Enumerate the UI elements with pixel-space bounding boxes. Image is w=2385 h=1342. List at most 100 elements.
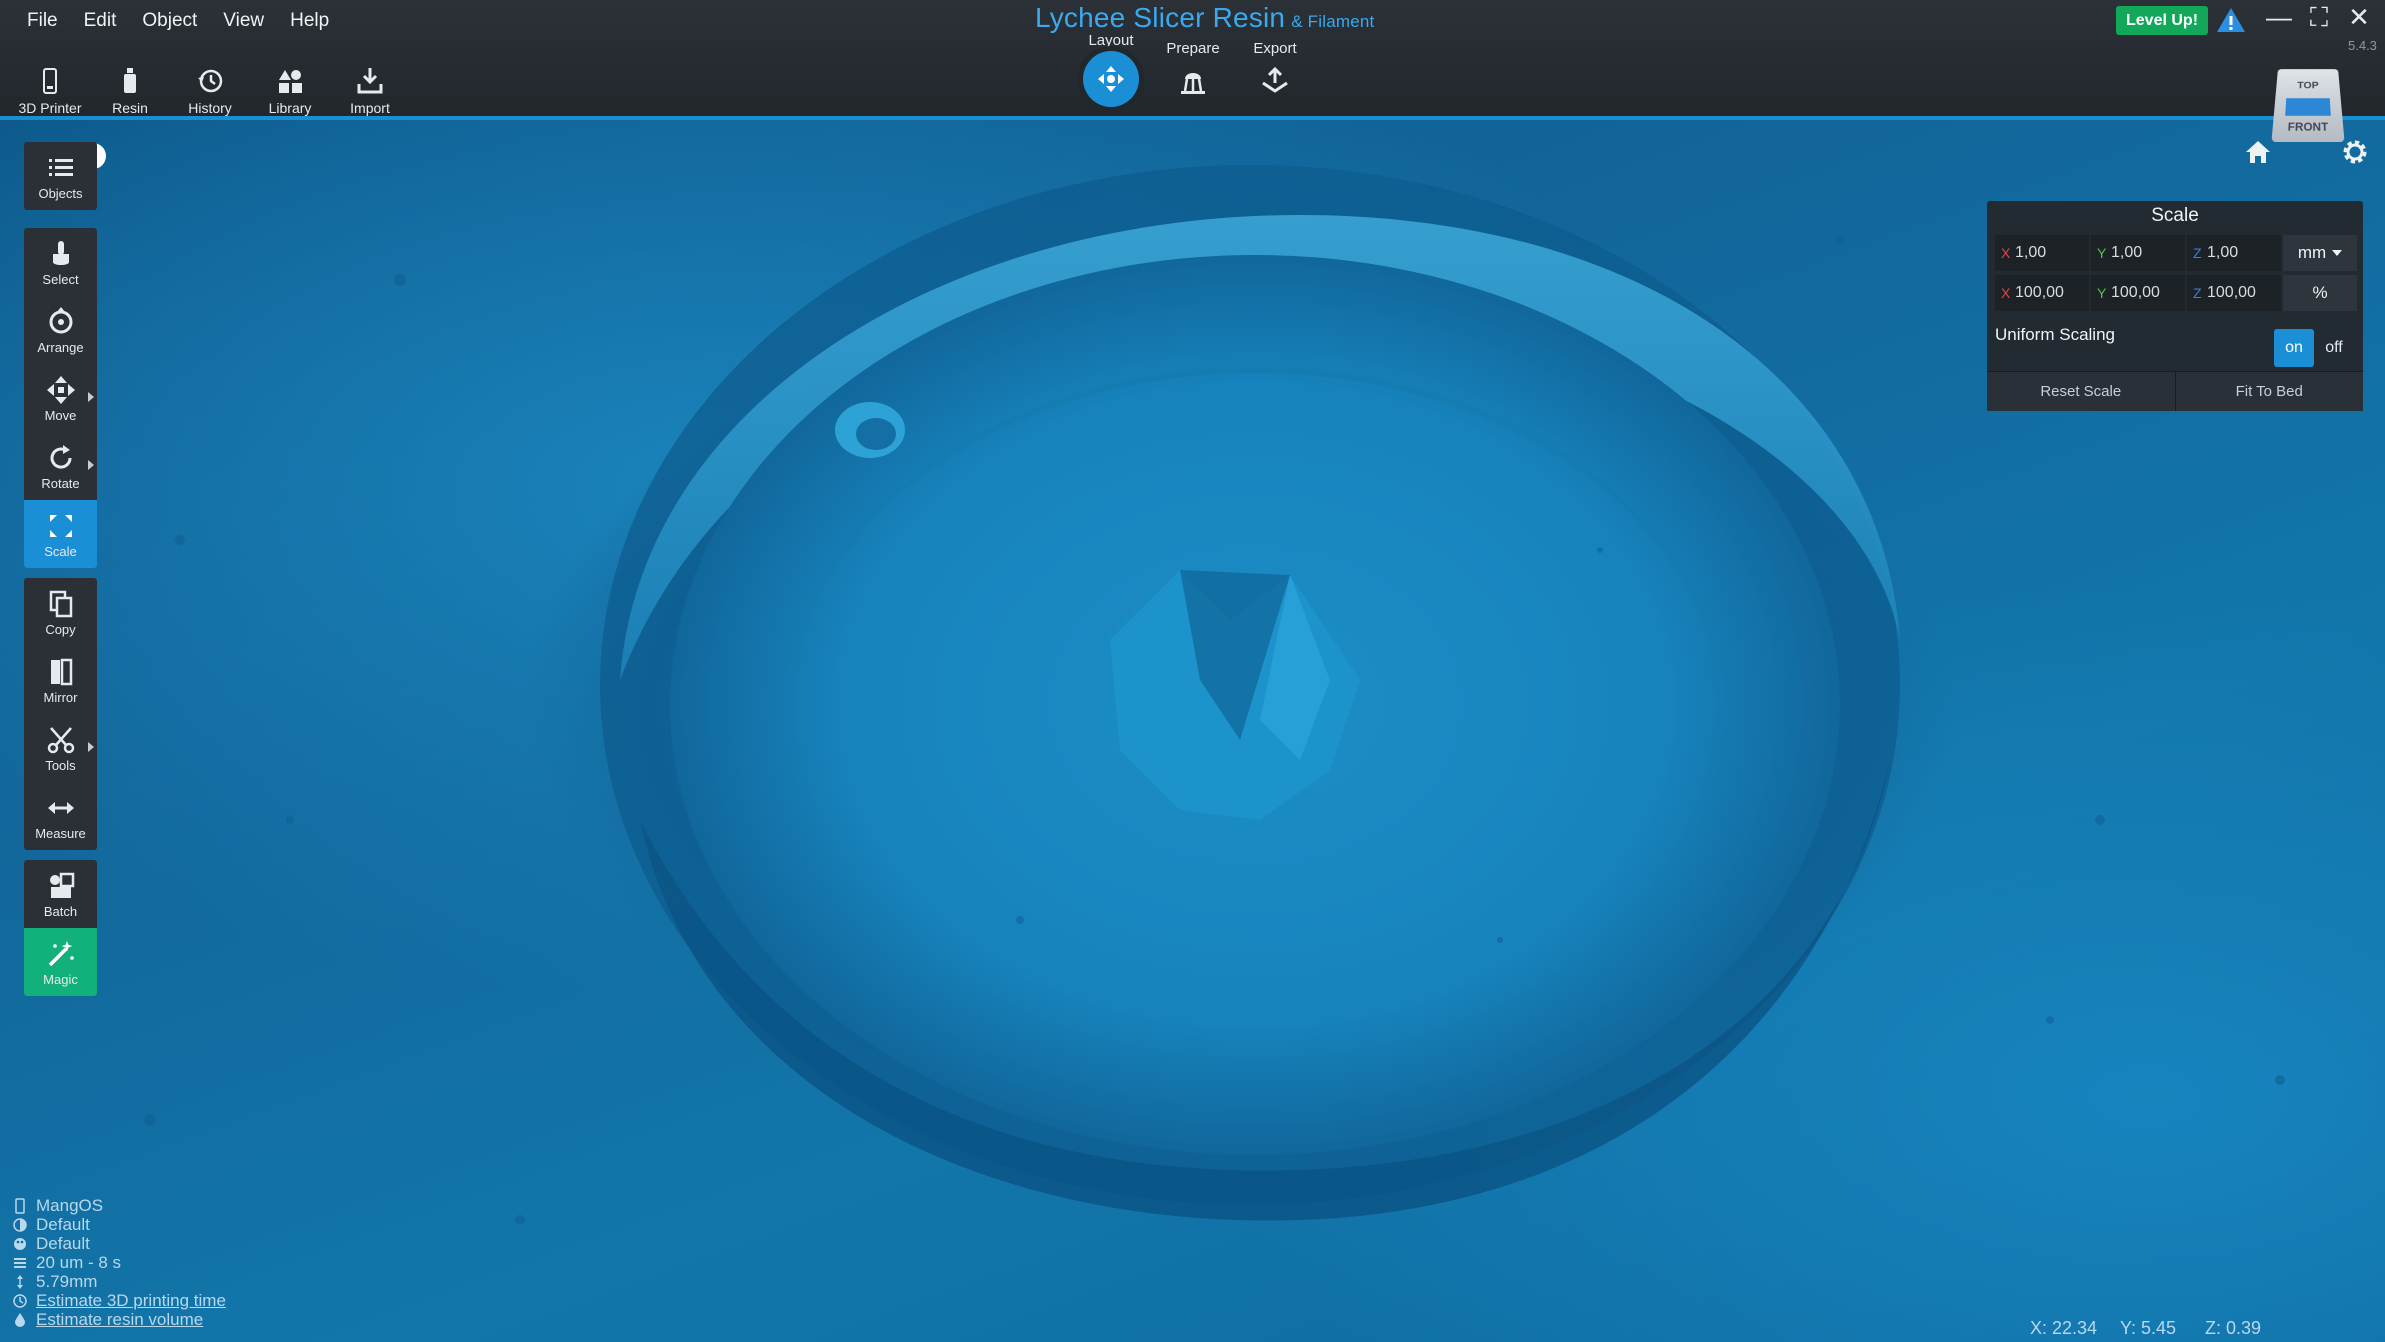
app-title-main: Lychee Slicer Resin (1035, 2, 1286, 33)
sidebar-select[interactable]: Select (24, 228, 97, 296)
sidebar-magic[interactable]: Magic (24, 928, 97, 996)
menu-view[interactable]: View (210, 8, 277, 34)
sidebar-batch-label: Batch (43, 903, 78, 919)
level-up-button[interactable]: Level Up! (2116, 6, 2209, 35)
sidebar-group-transform: Select Arrange Move Rotate Scale (24, 228, 97, 568)
mode-export[interactable]: Export (1234, 38, 1316, 118)
scale-panel: Scale X Y Z mm X Y Z % Uniform Scaling o… (1987, 201, 2363, 411)
fit-to-bed-button[interactable]: Fit To Bed (2175, 372, 2363, 411)
sidebar-scale[interactable]: Scale (24, 500, 97, 568)
library-button[interactable]: Library (250, 56, 330, 116)
height-small-icon (17, 1274, 23, 1289)
sidebar-tools[interactable]: Tools (24, 714, 97, 782)
magic-wand-icon (48, 940, 74, 966)
sidebar-select-label: Select (42, 271, 79, 287)
mode-layout[interactable]: Layout (1070, 32, 1152, 118)
import-button[interactable]: Import (330, 56, 410, 116)
sidebar-scale-label: Scale (44, 543, 77, 559)
clock-small-icon (13, 1293, 27, 1308)
reset-scale-button[interactable]: Reset Scale (1987, 372, 2176, 411)
status-height: 5.79mm (12, 1272, 226, 1291)
uniform-off-button[interactable]: off (2314, 329, 2354, 367)
mirror-icon (50, 658, 72, 685)
sidebar-mirror-label: Mirror (43, 689, 78, 705)
status-profile-text: Default (36, 1234, 90, 1253)
scale-actions: Reset Scale Fit To Bed (1987, 371, 2363, 411)
history-button[interactable]: History (170, 56, 250, 116)
sidebar-group-objects: Objects (24, 142, 97, 210)
prepare-supports-icon (1173, 61, 1213, 101)
axis-y-label: Y (2097, 245, 2107, 261)
scale-mm-x-input[interactable] (2015, 239, 2085, 267)
mode-prepare[interactable]: Prepare (1152, 38, 1234, 118)
scale-pct-x-cell: X (1995, 275, 2089, 311)
percent-unit[interactable]: % (2283, 275, 2357, 311)
scale-mm-z-cell: Z (2187, 235, 2281, 271)
pointer-hand-icon (52, 240, 69, 265)
printer-small-icon (15, 1197, 25, 1214)
drop-small-icon (15, 1312, 25, 1327)
move-submenu-caret-icon[interactable] (88, 392, 94, 402)
unit-dropdown[interactable]: mm (2283, 235, 2357, 271)
axis-x-label: X (2001, 285, 2011, 301)
status-info: MangOS Default Default 20 um - 8 s 5.79m… (12, 1196, 226, 1329)
scale-percent-row: X Y Z % (1995, 275, 2357, 311)
menu-file[interactable]: File (14, 8, 71, 34)
scale-mm-z-input[interactable] (2207, 239, 2277, 267)
estimate-time-link[interactable]: Estimate 3D printing time (36, 1291, 226, 1310)
arrange-icon (49, 306, 72, 333)
batch-icon (49, 872, 74, 898)
sidebar-move[interactable]: Move (24, 364, 97, 432)
scale-pct-y-input[interactable] (2111, 279, 2181, 307)
status-estimate-resin: Estimate resin volume (12, 1310, 226, 1329)
unit-dropdown-value: mm (2297, 243, 2327, 262)
resin-small-icon (13, 1217, 27, 1232)
warning-icon[interactable] (2216, 6, 2246, 34)
sidebar-objects[interactable]: Objects (24, 142, 97, 210)
chevron-down-icon (2332, 250, 2343, 256)
sidebar-copy[interactable]: Copy (24, 578, 97, 646)
scale-pct-y-cell: Y (2091, 275, 2185, 311)
home-icon[interactable] (2244, 138, 2272, 166)
estimate-resin-link[interactable]: Estimate resin volume (36, 1310, 203, 1329)
menu-help[interactable]: Help (277, 8, 342, 34)
sidebar-mirror[interactable]: Mirror (24, 646, 97, 714)
sidebar-batch[interactable]: Batch (24, 860, 97, 928)
sidebar-magic-label: Magic (43, 971, 78, 987)
rotate-submenu-caret-icon[interactable] (88, 460, 94, 470)
printer-label: 3D Printer (18, 100, 82, 116)
minimize-button[interactable]: — (2262, 2, 2296, 33)
scissors-icon (47, 726, 74, 753)
sidebar-measure[interactable]: Measure (24, 782, 97, 850)
scale-mm-y-input[interactable] (2111, 239, 2181, 267)
close-button[interactable]: ✕ (2342, 2, 2376, 33)
maximize-button[interactable]: ⛶ (2302, 2, 2336, 34)
scale-pct-x-input[interactable] (2015, 279, 2085, 307)
layout-move-icon (1083, 51, 1139, 107)
scale-mm-x-cell: X (1995, 235, 2089, 271)
scale-pct-z-cell: Z (2187, 275, 2281, 311)
view-cube-face[interactable] (2285, 98, 2331, 116)
menu-edit[interactable]: Edit (71, 8, 130, 34)
status-layer: 20 um - 8 s (12, 1253, 226, 1272)
uniform-scaling-toggle[interactable]: on off (2274, 329, 2354, 367)
sidebar-arrange-label: Arrange (37, 339, 84, 355)
sidebar-arrange[interactable]: Arrange (24, 296, 97, 364)
sidebar-copy-label: Copy (45, 621, 76, 637)
sidebar-group-edit: Copy Mirror Tools Measure (24, 578, 97, 850)
menu-object[interactable]: Object (129, 8, 210, 34)
resin-button[interactable]: Resin (90, 56, 170, 116)
scale-pct-z-input[interactable] (2207, 279, 2277, 307)
printer-button[interactable]: 3D Printer (10, 56, 90, 116)
coord-z: Z: 0.39 (2205, 1318, 2262, 1338)
gear-icon[interactable] (2340, 137, 2370, 167)
view-cube-front[interactable]: FRONT (2272, 121, 2344, 134)
sidebar-rotate[interactable]: Rotate (24, 432, 97, 500)
status-estimate-time: Estimate 3D printing time (12, 1291, 226, 1310)
scale-panel-title: Scale (2151, 205, 2199, 226)
tools-submenu-caret-icon[interactable] (88, 742, 94, 752)
palette-small-icon (14, 1237, 26, 1250)
view-cube-top[interactable]: TOP (2276, 81, 2340, 91)
uniform-on-button[interactable]: on (2274, 329, 2314, 367)
view-cube[interactable]: TOP FRONT (2271, 69, 2345, 143)
